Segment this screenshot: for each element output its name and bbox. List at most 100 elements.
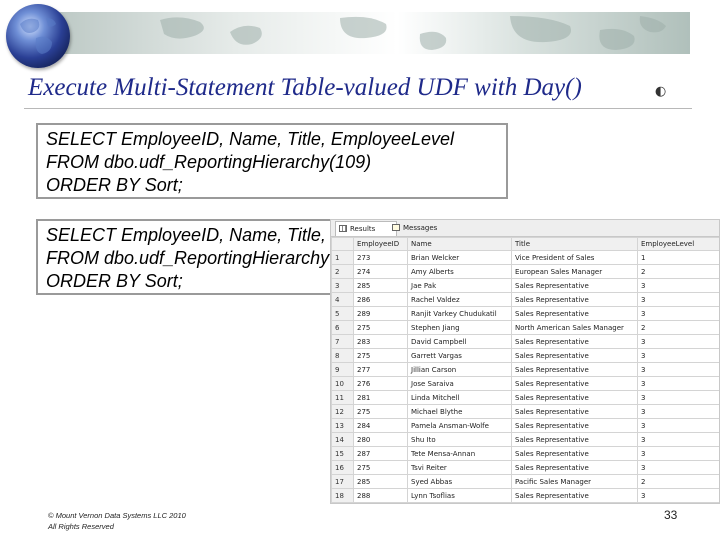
- employeelevel-cell[interactable]: 2: [637, 320, 719, 335]
- title-cell[interactable]: Sales Representative: [511, 390, 638, 405]
- name-cell[interactable]: Garrett Vargas: [407, 348, 512, 363]
- employeelevel-cell[interactable]: 3: [637, 432, 719, 447]
- table-row[interactable]: 13 284 Pamela Ansman-Wolfe Sales Representa…: [331, 418, 719, 433]
- employeelevel-cell[interactable]: 3: [637, 348, 719, 363]
- column-header-title[interactable]: Title: [511, 237, 638, 251]
- audio-icon[interactable]: ◐: [655, 84, 666, 99]
- employeeid-cell[interactable]: 281: [353, 390, 408, 405]
- title-cell[interactable]: Sales Representative: [511, 292, 638, 307]
- employeelevel-cell[interactable]: 3: [637, 278, 719, 293]
- row-number-cell[interactable]: 18: [331, 488, 354, 503]
- employeeid-cell[interactable]: 288: [353, 488, 408, 503]
- name-cell[interactable]: Linda Mitchell: [407, 390, 512, 405]
- row-number-cell[interactable]: 17: [331, 474, 354, 489]
- employeelevel-cell[interactable]: 1: [637, 250, 719, 265]
- row-number-cell[interactable]: 14: [331, 432, 354, 447]
- table-row[interactable]: 1 273 Brian Welcker Vice President of Sales…: [331, 250, 719, 265]
- employeeid-cell[interactable]: 285: [353, 474, 408, 489]
- title-cell[interactable]: Sales Representative: [511, 376, 638, 391]
- table-row[interactable]: 9 277 Jillian Carson Sales Representative 3: [331, 362, 719, 377]
- employeeid-cell[interactable]: 275: [353, 320, 408, 335]
- name-cell[interactable]: Jillian Carson: [407, 362, 512, 377]
- name-cell[interactable]: Lynn Tsoflias: [407, 488, 512, 503]
- employeelevel-cell[interactable]: 3: [637, 460, 719, 475]
- name-cell[interactable]: Rachel Valdez: [407, 292, 512, 307]
- name-cell[interactable]: Amy Alberts: [407, 264, 512, 279]
- table-row[interactable]: 12 275 Michael Blythe Sales Representative 3: [331, 404, 719, 419]
- name-cell[interactable]: Jae Pak: [407, 278, 512, 293]
- name-cell[interactable]: Michael Blythe: [407, 404, 512, 419]
- name-cell[interactable]: Brian Welcker: [407, 250, 512, 265]
- title-cell[interactable]: Sales Representative: [511, 418, 638, 433]
- employeelevel-cell[interactable]: 3: [637, 390, 719, 405]
- employeelevel-cell[interactable]: 3: [637, 446, 719, 461]
- row-number-cell[interactable]: 9: [331, 362, 354, 377]
- title-cell[interactable]: Sales Representative: [511, 404, 638, 419]
- table-row[interactable]: 14 280 Shu Ito Sales Representative 3: [331, 432, 719, 447]
- table-row[interactable]: 16 275 Tsvi Reiter Sales Representative 3: [331, 460, 719, 475]
- employeeid-cell[interactable]: 275: [353, 460, 408, 475]
- employeeid-cell[interactable]: 275: [353, 348, 408, 363]
- title-cell[interactable]: Sales Representative: [511, 432, 638, 447]
- name-cell[interactable]: Syed Abbas: [407, 474, 512, 489]
- employeeid-cell[interactable]: 277: [353, 362, 408, 377]
- table-row[interactable]: 8 275 Garrett Vargas Sales Representative 3: [331, 348, 719, 363]
- employeelevel-cell[interactable]: 3: [637, 404, 719, 419]
- employeeid-cell[interactable]: 280: [353, 432, 408, 447]
- name-cell[interactable]: Jose Saraiva: [407, 376, 512, 391]
- employeeid-cell[interactable]: 287: [353, 446, 408, 461]
- name-cell[interactable]: David Campbell: [407, 334, 512, 349]
- table-row[interactable]: 3 285 Jae Pak Sales Representative 3: [331, 278, 719, 293]
- title-cell[interactable]: Sales Representative: [511, 278, 638, 293]
- table-row[interactable]: 5 289 Ranjit Varkey Chudukatil Sales Repres…: [331, 306, 719, 321]
- employeelevel-cell[interactable]: 3: [637, 418, 719, 433]
- employeeid-cell[interactable]: 273: [353, 250, 408, 265]
- title-cell[interactable]: European Sales Manager: [511, 264, 638, 279]
- column-header-employeelevel[interactable]: EmployeeLevel: [637, 237, 719, 251]
- column-header-rownum[interactable]: [331, 237, 354, 251]
- employeelevel-cell[interactable]: 3: [637, 292, 719, 307]
- table-row[interactable]: 18 288 Lynn Tsoflias Sales Representative 3: [331, 488, 719, 503]
- table-row[interactable]: 6 275 Stephen Jiang North American Sales Ma…: [331, 320, 719, 335]
- employeeid-cell[interactable]: 275: [353, 404, 408, 419]
- name-cell[interactable]: Pamela Ansman-Wolfe: [407, 418, 512, 433]
- row-number-cell[interactable]: 7: [331, 334, 354, 349]
- employeelevel-cell[interactable]: 3: [637, 334, 719, 349]
- title-cell[interactable]: Sales Representative: [511, 306, 638, 321]
- row-number-cell[interactable]: 2: [331, 264, 354, 279]
- employeeid-cell[interactable]: 289: [353, 306, 408, 321]
- employeelevel-cell[interactable]: 2: [637, 264, 719, 279]
- title-cell[interactable]: Sales Representative: [511, 348, 638, 363]
- row-number-cell[interactable]: 16: [331, 460, 354, 475]
- title-cell[interactable]: North American Sales Manager: [511, 320, 638, 335]
- employeelevel-cell[interactable]: 2: [637, 474, 719, 489]
- row-number-cell[interactable]: 5: [331, 306, 354, 321]
- employeeid-cell[interactable]: 286: [353, 292, 408, 307]
- results-grid[interactable]: EmployeeID Name Title EmployeeLevel 1 273…: [331, 237, 719, 503]
- employeeid-cell[interactable]: 274: [353, 264, 408, 279]
- table-row[interactable]: 10 276 Jose Saraiva Sales Representative 3: [331, 376, 719, 391]
- row-number-cell[interactable]: 15: [331, 446, 354, 461]
- name-cell[interactable]: Ranjit Varkey Chudukatil: [407, 306, 512, 321]
- employeelevel-cell[interactable]: 3: [637, 488, 719, 503]
- employeeid-cell[interactable]: 285: [353, 278, 408, 293]
- table-row[interactable]: 7 283 David Campbell Sales Representative 3: [331, 334, 719, 349]
- tab-results[interactable]: Results: [335, 221, 397, 236]
- row-number-cell[interactable]: 3: [331, 278, 354, 293]
- row-number-cell[interactable]: 4: [331, 292, 354, 307]
- title-cell[interactable]: Sales Representative: [511, 334, 638, 349]
- row-number-cell[interactable]: 8: [331, 348, 354, 363]
- tab-messages[interactable]: Messages: [389, 221, 451, 235]
- title-cell[interactable]: Sales Representative: [511, 460, 638, 475]
- title-cell[interactable]: Sales Representative: [511, 446, 638, 461]
- table-row[interactable]: 11 281 Linda Mitchell Sales Representative 3: [331, 390, 719, 405]
- title-cell[interactable]: Vice President of Sales: [511, 250, 638, 265]
- name-cell[interactable]: Stephen Jiang: [407, 320, 512, 335]
- title-cell[interactable]: Sales Representative: [511, 488, 638, 503]
- table-row[interactable]: 15 287 Tete Mensa-Annan Sales Representativ…: [331, 446, 719, 461]
- row-number-cell[interactable]: 13: [331, 418, 354, 433]
- row-number-cell[interactable]: 10: [331, 376, 354, 391]
- name-cell[interactable]: Shu Ito: [407, 432, 512, 447]
- name-cell[interactable]: Tsvi Reiter: [407, 460, 512, 475]
- table-row[interactable]: 4 286 Rachel Valdez Sales Representative 3: [331, 292, 719, 307]
